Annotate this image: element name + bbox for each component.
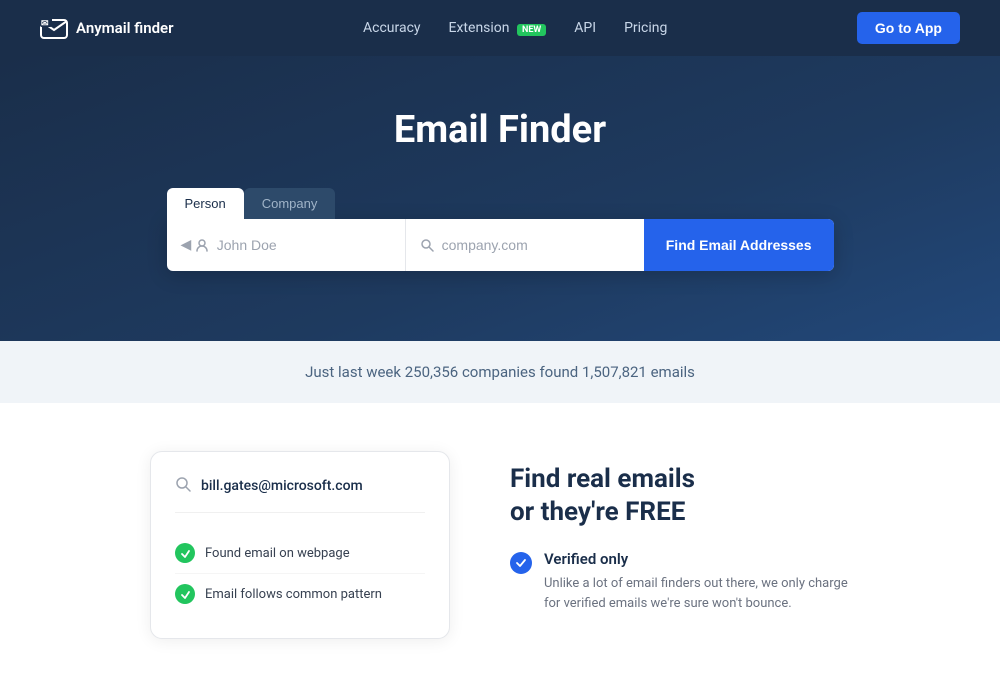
check-label-2: Email follows common pattern bbox=[205, 587, 382, 602]
svg-text:✉: ✉ bbox=[41, 19, 49, 29]
hero-section: Email Finder Person Company ◀ bbox=[0, 56, 1000, 341]
find-email-button[interactable]: Find Email Addresses bbox=[644, 219, 834, 271]
email-search-icon bbox=[175, 476, 191, 496]
verified-content: Verified only Unlike a lot of email find… bbox=[544, 550, 850, 613]
nav-links: Accuracy Extension NEW API Pricing bbox=[363, 20, 667, 36]
check-icon-1 bbox=[175, 543, 195, 563]
brand-name: Anymail finder bbox=[76, 19, 174, 37]
email-card-header: bill.gates@microsoft.com bbox=[175, 476, 425, 513]
navbar: ✉ Anymail finder Accuracy Extension NEW … bbox=[0, 0, 1000, 56]
logo-icon: ✉ bbox=[40, 17, 68, 39]
new-badge: NEW bbox=[517, 24, 546, 36]
email-address: bill.gates@microsoft.com bbox=[201, 478, 363, 494]
verified-desc: Unlike a lot of email finders out there,… bbox=[544, 574, 850, 613]
hero-title: Email Finder bbox=[20, 108, 980, 152]
nav-accuracy[interactable]: Accuracy bbox=[363, 20, 421, 36]
tab-person[interactable]: Person bbox=[167, 188, 244, 219]
feature-title: Find real emailsor they're FREE bbox=[510, 463, 850, 528]
verified-icon bbox=[510, 552, 532, 574]
domain-input[interactable] bbox=[442, 237, 630, 253]
brand: ✉ Anymail finder bbox=[40, 17, 174, 39]
nav-pricing[interactable]: Pricing bbox=[624, 20, 667, 36]
nav-extension[interactable]: Extension NEW bbox=[449, 20, 547, 36]
tab-company[interactable]: Company bbox=[244, 188, 336, 219]
check-row-1: Found email on webpage bbox=[175, 533, 425, 574]
feature-text: Find real emailsor they're FREE Verified… bbox=[510, 451, 850, 613]
stats-text: Just last week 250,356 companies found 1… bbox=[305, 363, 695, 381]
search-row: ◀ Find Email Addresses bbox=[167, 219, 834, 271]
check-label-1: Found email on webpage bbox=[205, 546, 350, 561]
search-card: Person Company ◀ bbox=[167, 188, 834, 271]
domain-input-wrap bbox=[406, 219, 644, 271]
person-icon: ◀ bbox=[181, 237, 209, 253]
search-icon bbox=[420, 237, 434, 253]
nav-api[interactable]: API bbox=[574, 20, 596, 36]
feature-section: bill.gates@microsoft.com Found email on … bbox=[0, 403, 1000, 687]
check-icon-2 bbox=[175, 584, 195, 604]
search-tabs: Person Company bbox=[167, 188, 834, 219]
name-input-wrap: ◀ bbox=[167, 219, 406, 271]
email-card: bill.gates@microsoft.com Found email on … bbox=[150, 451, 450, 639]
name-input[interactable] bbox=[217, 237, 391, 253]
verified-label: Verified only bbox=[544, 550, 850, 568]
check-row-2: Email follows common pattern bbox=[175, 574, 425, 614]
verified-row: Verified only Unlike a lot of email find… bbox=[510, 550, 850, 613]
stats-banner: Just last week 250,356 companies found 1… bbox=[0, 341, 1000, 403]
goto-app-button[interactable]: Go to App bbox=[857, 12, 960, 44]
